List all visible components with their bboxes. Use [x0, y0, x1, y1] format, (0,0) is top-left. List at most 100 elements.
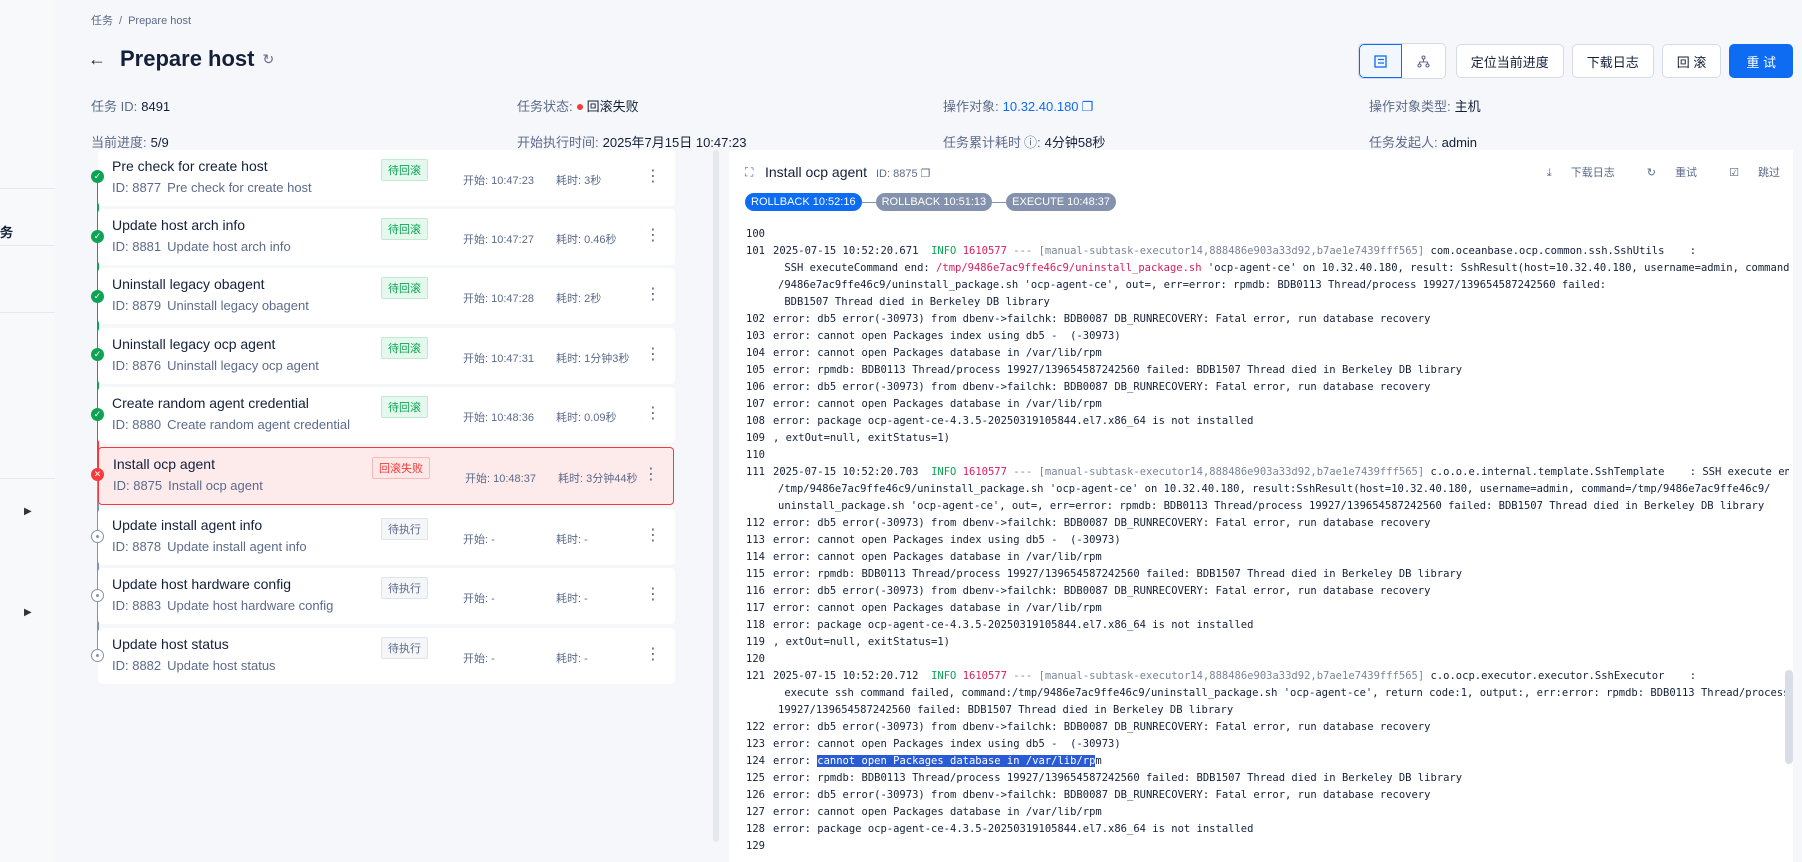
sidebar-divider [0, 188, 55, 189]
subtask-item[interactable]: Update install agent info ID: 8878 Update… [98, 509, 675, 565]
log-line: 129 [729, 838, 773, 855]
status-badge: 待执行 [381, 637, 428, 659]
log-retry-button[interactable]: ↻ 重试 [1631, 164, 1697, 180]
page-title: Prepare host [120, 46, 255, 71]
more-icon[interactable]: ⋮ [645, 525, 661, 545]
line-number: 108 [746, 415, 765, 427]
run-tab[interactable]: EXECUTE 10:48:37 [1006, 193, 1116, 211]
sidebar-item-label[interactable]: 务 [0, 222, 13, 241]
status-badge: 待回滚 [381, 159, 428, 181]
log-thread: --- [manual-subtask-executor14,888486e90… [1013, 245, 1425, 257]
log-line: 121 2025-07-15 10:52:20.712 INFO 1610577 … [729, 668, 1696, 685]
subtask-desc: Update host status [167, 658, 276, 673]
download-log-button[interactable]: 下载日志 [1571, 44, 1654, 78]
subtask-item[interactable]: Uninstall legacy obagent ID: 8879 Uninsta… [98, 268, 675, 324]
subtask-item[interactable]: Update host arch info ID: 8881 Update hos… [98, 209, 675, 265]
subtask-desc: Uninstall legacy ocp agent [167, 358, 319, 373]
subtask-item[interactable]: Create random agent credential ID: 8880 C… [98, 387, 675, 443]
target-type-value: 主机 [1454, 99, 1481, 114]
subtask-start: 开始: 10:47:23 [463, 175, 534, 187]
log-text: error: rpmdb: BDB0113 Thread/process 199… [773, 568, 1463, 580]
list-scrollbar[interactable] [713, 150, 719, 842]
log-line: 123 error: cannot open Packages index usi… [729, 736, 1121, 753]
rollback-button[interactable]: 回 滚 [1661, 44, 1722, 78]
tree-view-icon[interactable] [1402, 44, 1445, 78]
breadcrumb: 任务 / Prepare host [91, 12, 191, 28]
log-line: 116 error: db5 error(-30973) from dbenv->… [729, 583, 1430, 600]
progress-label: 当前进度: [91, 135, 147, 150]
copy-icon[interactable]: ❐ [921, 168, 931, 180]
log-scrollbar[interactable] [1785, 670, 1793, 764]
more-icon[interactable]: ⋮ [645, 284, 661, 304]
locate-progress-button[interactable]: 定位当前进度 [1455, 44, 1564, 78]
subtask-desc: Update host hardware config [167, 598, 334, 613]
log-panel: ⛶ Install ocp agent ID: 8875 ❐ ⤓ 下载日志 ↻ … [729, 150, 1793, 862]
more-icon[interactable]: ⋮ [645, 644, 661, 664]
target-type-label: 操作对象类型: [1369, 99, 1451, 114]
line-number: 123 [746, 738, 765, 750]
more-icon[interactable]: ⋮ [645, 584, 661, 604]
elapsed-label: 任务累计耗时 [943, 135, 1022, 150]
run-tab[interactable]: ROLLBACK 10:51:13 [875, 193, 993, 211]
subtask-item-selected[interactable]: Install ocp agent ID: 8875 Install ocp ag… [98, 447, 674, 505]
log-content[interactable]: 100 101 2025-07-15 10:52:20.671 INFO 1610… [729, 226, 1789, 862]
more-icon[interactable]: ⋮ [645, 344, 661, 364]
more-icon[interactable]: ⋮ [643, 464, 659, 484]
log-text: error: [773, 755, 818, 767]
help-icon[interactable]: ⓘ [1024, 135, 1037, 150]
more-icon[interactable]: ⋮ [645, 225, 661, 245]
retry-icon: ↻ [1646, 167, 1656, 179]
subtask-duration: 耗时: - [556, 534, 588, 546]
back-arrow-icon[interactable]: ← [88, 49, 106, 70]
subtask-id: ID: 8882 Update host status [112, 658, 276, 673]
subtask-id-value: ID: 8878 [112, 539, 162, 554]
log-line-continued: BDB1507 Thread died in Berkeley DB libra… [778, 296, 1050, 308]
subtask-desc: Update host arch info [167, 239, 291, 254]
line-number: 107 [746, 398, 765, 410]
list-view-icon[interactable] [1358, 44, 1402, 78]
more-icon[interactable]: ⋮ [645, 403, 661, 423]
subtask-start: 开始: 10:48:36 [463, 412, 534, 424]
target-value[interactable]: 10.32.40.180 [1003, 99, 1079, 114]
chevron-right-icon[interactable]: ▶ [24, 607, 32, 618]
breadcrumb-separator: / [119, 15, 123, 27]
subtask-item[interactable]: Update host hardware config ID: 8883 Upda… [98, 568, 675, 624]
log-skip-button[interactable]: ☑ 跳过 [1713, 164, 1780, 180]
target-label: 操作对象: [943, 99, 999, 114]
log-text: error: db5 error(-30973) from dbenv->fai… [773, 517, 1431, 529]
log-header: ⛶ Install ocp agent ID: 8875 ❐ ⤓ 下载日志 ↻ … [729, 150, 1793, 222]
pending-icon [91, 589, 104, 602]
line-number: 112 [746, 517, 765, 529]
title-row: ← Prepare host ↻ [88, 46, 274, 72]
subtask-duration: 耗时: 1分钟3秒 [556, 353, 630, 365]
subtask-id: ID: 8881 Update host arch info [112, 239, 291, 254]
subtask-duration: 耗时: 3秒 [556, 175, 602, 187]
run-connector [992, 201, 1007, 203]
subtask-item[interactable]: Pre check for create host ID: 8877 Pre ch… [98, 150, 675, 206]
copy-icon[interactable]: ❐ [1082, 99, 1094, 114]
log-line: 104 error: cannot open Packages database … [729, 345, 1102, 362]
check-icon: ✓ [91, 230, 104, 243]
refresh-icon[interactable]: ↻ [263, 51, 275, 68]
status-badge: 回滚失败 [372, 457, 430, 479]
subtask-item[interactable]: Update host status ID: 8882 Update host s… [98, 628, 675, 684]
subtask-duration: 耗时: - [556, 653, 588, 665]
run-tab[interactable]: ROLLBACK 10:52:16 [745, 193, 862, 211]
task-status-label: 任务状态: [517, 99, 573, 114]
retry-button[interactable]: 重 试 [1729, 44, 1793, 78]
log-download-button[interactable]: ⤓ 下载日志 [1531, 164, 1615, 180]
more-icon[interactable]: ⋮ [645, 166, 661, 186]
target-field: 操作对象: 10.32.40.180 ❐ [943, 96, 1093, 115]
subtask-id-value: ID: 8875 [113, 478, 163, 493]
subtask-name: Update host hardware config [112, 576, 291, 592]
line-number: 121 [746, 670, 765, 682]
subtask-id-value: ID: 8879 [112, 298, 162, 313]
line-number: 117 [746, 602, 765, 614]
chevron-right-icon[interactable]: ▶ [24, 506, 32, 517]
log-text: 'ocp-agent-ce' on 10.32.40.180, result: … [1201, 262, 1789, 274]
breadcrumb-root[interactable]: 任务 [91, 15, 113, 27]
subtask-item[interactable]: Uninstall legacy ocp agent ID: 8876 Unins… [98, 328, 675, 384]
log-line: 102 error: db5 error(-30973) from dbenv->… [729, 311, 1430, 328]
log-line: 106 error: db5 error(-30973) from dbenv->… [729, 379, 1430, 396]
log-line: 127 error: cannot open Packages database … [729, 804, 1102, 821]
